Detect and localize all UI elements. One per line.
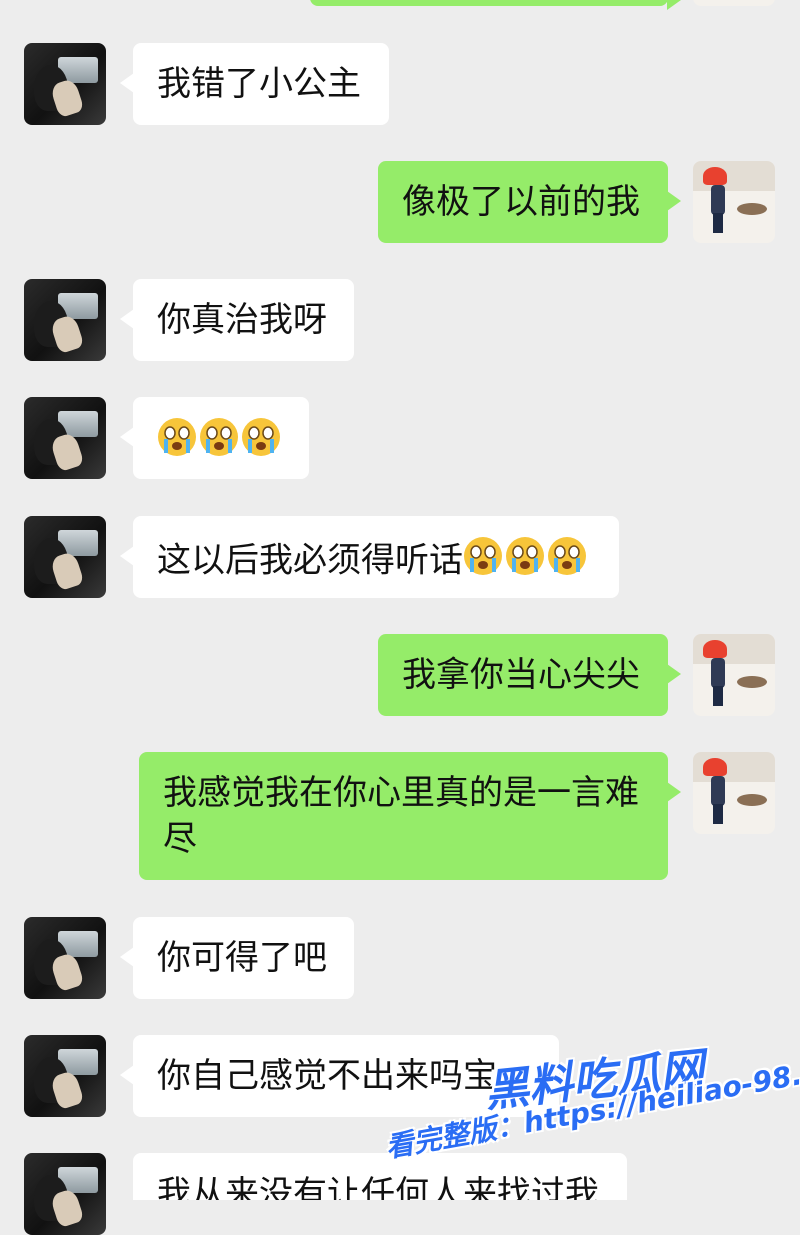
message-text: 我感觉我在你心里真的是一言难尽 <box>163 773 639 859</box>
avatar-contact[interactable] <box>24 917 106 999</box>
message-text: 你可得了吧 <box>157 938 327 978</box>
message-text: 我从来没有让任何人来找过我 <box>157 1174 599 1200</box>
message-text: 你真治我呀 <box>157 300 327 340</box>
crying-emoji-icon <box>157 415 283 471</box>
message-bubble-incoming[interactable]: 这以后我必须得听话 <box>120 516 619 598</box>
message-bubble-outgoing[interactable]: 我拿你当心尖尖 <box>378 634 681 716</box>
message-bubble-outgoing[interactable]: 像极了以前的我 <box>378 161 681 243</box>
avatar-contact[interactable] <box>24 1153 106 1235</box>
avatar-contact[interactable] <box>24 1035 106 1117</box>
message-bubble-incoming[interactable]: 我错了小公主 <box>120 43 389 125</box>
message-text: 我错了小公主 <box>157 64 361 104</box>
avatar-contact[interactable] <box>24 43 106 125</box>
message-text: 像极了以前的我 <box>402 182 640 222</box>
message-text: 这以后我必须得听话 <box>157 540 463 581</box>
message-text: 我拿你当心尖尖 <box>402 655 640 695</box>
message-text: 你自己感觉不出来吗宝 <box>157 1056 497 1096</box>
avatar-self[interactable] <box>693 0 775 6</box>
crying-emoji-icon <box>463 534 589 590</box>
message-bubble-partial[interactable] <box>310 0 681 10</box>
avatar-self[interactable] <box>693 161 775 243</box>
message-bubble-outgoing[interactable]: 我感觉我在你心里真的是一言难尽 <box>139 752 681 880</box>
message-bubble-incoming[interactable]: 我从来没有让任何人来找过我 <box>133 1153 627 1200</box>
avatar-self[interactable] <box>693 752 775 834</box>
avatar-self[interactable] <box>693 634 775 716</box>
message-bubble-incoming[interactable] <box>120 397 309 479</box>
message-bubble-incoming[interactable]: 你真治我呀 <box>120 279 354 361</box>
message-bubble-incoming[interactable]: 你可得了吧 <box>120 917 354 999</box>
avatar-contact[interactable] <box>24 279 106 361</box>
avatar-contact[interactable] <box>24 397 106 479</box>
avatar-contact[interactable] <box>24 516 106 598</box>
